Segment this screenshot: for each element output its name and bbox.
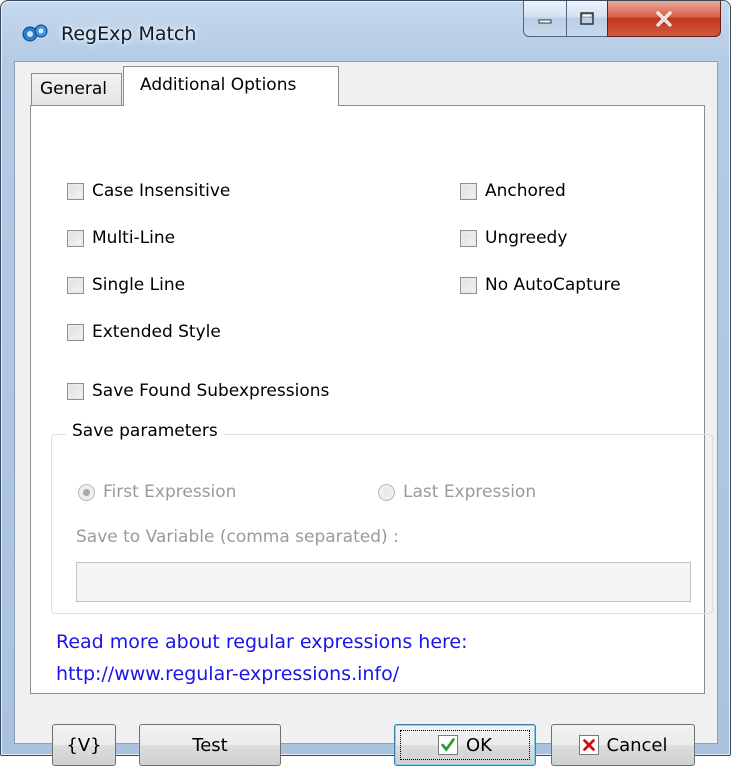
radio-dot[interactable] xyxy=(78,483,95,501)
first-expression-radio[interactable]: First Expression xyxy=(78,482,236,502)
minimize-icon xyxy=(538,19,552,23)
variable-button-label: {V} xyxy=(66,734,102,756)
checkbox-box[interactable] xyxy=(460,229,477,247)
no-autocapture-checkbox[interactable]: No AutoCapture xyxy=(460,272,621,298)
checkbox-label: Save Found Subexpressions xyxy=(92,381,330,401)
case-insensitive-checkbox[interactable]: Case Insensitive xyxy=(67,178,230,204)
dialog-window: RegExp Match General Additional Options … xyxy=(0,0,731,766)
save-parameters-group: Save parameters First Expression Last Ex… xyxy=(51,421,713,614)
cancel-button[interactable]: Cancel xyxy=(551,724,695,766)
variable-button[interactable]: {V} xyxy=(52,724,116,766)
info-link-url[interactable]: http://www.regular-expressions.info/ xyxy=(56,663,399,685)
single-line-checkbox[interactable]: Single Line xyxy=(67,272,185,298)
checkbox-label: Multi-Line xyxy=(92,228,176,248)
close-icon xyxy=(656,10,672,27)
radio-label: Last Expression xyxy=(403,482,537,502)
checkbox-label: Extended Style xyxy=(92,322,221,342)
maximize-button[interactable] xyxy=(566,1,608,37)
checkbox-box[interactable] xyxy=(67,229,84,247)
checkbox-label: Case Insensitive xyxy=(92,181,231,201)
info-link-text[interactable]: Read more about regular expressions here… xyxy=(56,631,468,653)
tab-general-label: General xyxy=(40,79,107,99)
app-gears-icon xyxy=(22,24,48,42)
maximize-icon xyxy=(580,11,594,25)
ungreedy-checkbox[interactable]: Ungreedy xyxy=(460,225,567,251)
save-to-variable-input[interactable] xyxy=(76,562,691,602)
anchored-checkbox[interactable]: Anchored xyxy=(460,178,566,204)
multi-line-checkbox[interactable]: Multi-Line xyxy=(67,225,175,251)
checkbox-label: No AutoCapture xyxy=(485,275,621,295)
close-button[interactable] xyxy=(607,1,721,37)
checkbox-label: Ungreedy xyxy=(485,228,568,248)
ok-button[interactable]: OK xyxy=(394,724,536,766)
checkbox-label: Anchored xyxy=(485,181,566,201)
group-title: Save parameters xyxy=(66,421,224,441)
tab-additional-options[interactable]: Additional Options xyxy=(123,66,339,106)
title-bar[interactable]: RegExp Match xyxy=(1,1,730,61)
checkbox-label: Single Line xyxy=(92,275,186,295)
test-button[interactable]: Test xyxy=(139,724,281,766)
checkbox-box[interactable] xyxy=(67,382,84,400)
save-to-variable-label: Save to Variable (comma separated) : xyxy=(76,527,399,547)
radio-label: First Expression xyxy=(103,482,237,502)
checkbox-box[interactable] xyxy=(67,182,84,200)
extended-style-checkbox[interactable]: Extended Style xyxy=(67,319,221,345)
checkbox-box[interactable] xyxy=(460,276,477,294)
dialog-client-area: General Additional Options Case Insensit… xyxy=(14,61,718,766)
tab-additional-options-label: Additional Options xyxy=(140,75,297,95)
radio-dot[interactable] xyxy=(378,483,395,501)
additional-options-panel: Case Insensitive Multi-Line Single Line … xyxy=(30,105,713,694)
caption-buttons xyxy=(523,1,721,37)
test-button-label: Test xyxy=(192,734,228,756)
checkbox-box[interactable] xyxy=(460,182,477,200)
checkbox-box[interactable] xyxy=(67,323,84,341)
cancel-button-label: Cancel xyxy=(606,734,668,756)
cancel-x-icon xyxy=(578,735,599,755)
last-expression-radio[interactable]: Last Expression xyxy=(378,482,536,502)
window-title: RegExp Match xyxy=(61,23,197,45)
minimize-button[interactable] xyxy=(523,1,567,37)
save-found-subexpressions-checkbox[interactable]: Save Found Subexpressions xyxy=(67,378,329,404)
tab-general[interactable]: General xyxy=(31,73,122,105)
checkmark-icon xyxy=(438,735,458,755)
checkbox-box[interactable] xyxy=(67,276,84,294)
